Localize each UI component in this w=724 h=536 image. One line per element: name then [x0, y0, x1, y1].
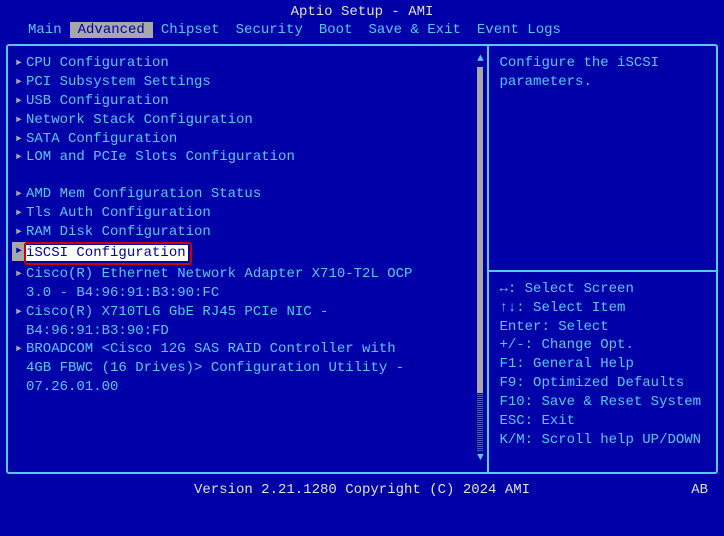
menu-tab-boot[interactable]: Boot [311, 22, 361, 38]
help-panel: Configure the iSCSI parameters. ↔: Selec… [489, 46, 716, 472]
submenu-arrow-icon: ▸ [12, 148, 26, 167]
advanced-items-panel: ▸CPU Configuration▸PCI Subsystem Setting… [8, 46, 489, 472]
menu-tab-event-logs[interactable]: Event Logs [469, 22, 569, 38]
key-hint: ↔: Select Screen [499, 280, 706, 299]
menu-entry-label: Tls Auth Configuration [26, 204, 211, 223]
key-hint: ESC: Exit [499, 412, 706, 431]
menu-entry-label: BROADCOM <Cisco 12G SAS RAID Controller … [26, 340, 396, 359]
submenu-arrow-icon: ▸ [12, 54, 26, 73]
item-continuation: B4:96:91:B3:90:FD [12, 322, 481, 341]
key-hint: F1: General Help [499, 355, 706, 374]
scroll-thumb[interactable] [477, 67, 483, 393]
submenu-arrow-icon: ▸ [12, 265, 26, 284]
key-hint: Enter: Select [499, 318, 706, 337]
menu-entry[interactable]: ▸CPU Configuration [12, 54, 481, 73]
version-text: Version 2.21.1280 Copyright (C) 2024 AMI [194, 482, 530, 498]
key-hint: +/-: Change Opt. [499, 336, 706, 355]
menu-entry-label: Cisco(R) X710TLG GbE RJ45 PCIe NIC - [26, 303, 328, 322]
menu-entry[interactable]: ▸Network Stack Configuration [12, 111, 481, 130]
scroll-track[interactable] [477, 67, 483, 451]
menu-entry[interactable]: ▸iSCSI Configuration [12, 242, 481, 265]
submenu-arrow-icon: ▸ [12, 340, 26, 359]
item-help-text: Configure the iSCSI parameters. [489, 46, 716, 272]
menu-entry-label: USB Configuration [26, 92, 169, 111]
submenu-arrow-icon: ▸ [12, 223, 26, 242]
submenu-arrow-icon: ▸ [12, 303, 26, 322]
menu-bar: MainAdvancedChipsetSecurityBootSave & Ex… [0, 22, 724, 44]
menu-entry-label: LOM and PCIe Slots Configuration [26, 148, 295, 167]
menu-entry[interactable]: ▸Tls Auth Configuration [12, 204, 481, 223]
submenu-arrow-icon: ▸ [12, 111, 26, 130]
window-title: Aptio Setup - AMI [0, 0, 724, 22]
menu-entry[interactable]: ▸Cisco(R) Ethernet Network Adapter X710-… [12, 265, 481, 284]
menu-entry-label: SATA Configuration [26, 130, 177, 149]
scrollbar[interactable]: ▲ ▼ [475, 54, 485, 464]
menu-entry[interactable]: ▸RAM Disk Configuration [12, 223, 481, 242]
menu-tab-advanced[interactable]: Advanced [70, 22, 153, 38]
menu-tab-save-exit[interactable]: Save & Exit [360, 22, 468, 38]
submenu-arrow-icon: ▸ [12, 204, 26, 223]
menu-entry-label: PCI Subsystem Settings [26, 73, 211, 92]
submenu-arrow-icon: ▸ [12, 185, 26, 204]
menu-entry[interactable]: ▸BROADCOM <Cisco 12G SAS RAID Controller… [12, 340, 481, 359]
menu-entry-label: AMD Mem Configuration Status [26, 185, 261, 204]
menu-entry[interactable]: ▸AMD Mem Configuration Status [12, 185, 481, 204]
menu-entry-label: CPU Configuration [26, 54, 169, 73]
key-hint: F9: Optimized Defaults [499, 374, 706, 393]
menu-entry[interactable]: ▸USB Configuration [12, 92, 481, 111]
key-hint: F10: Save & Reset System [499, 393, 706, 412]
scroll-up-icon[interactable]: ▲ [477, 54, 484, 65]
submenu-arrow-icon: ▸ [12, 130, 26, 149]
menu-entry-label: Network Stack Configuration [26, 111, 253, 130]
menu-entry[interactable]: ▸SATA Configuration [12, 130, 481, 149]
menu-entry-label: iSCSI Configuration [26, 245, 188, 261]
menu-entry[interactable]: ▸Cisco(R) X710TLG GbE RJ45 PCIe NIC - [12, 303, 481, 322]
menu-entry-label: Cisco(R) Ethernet Network Adapter X710-T… [26, 265, 412, 284]
selection-highlight: iSCSI Configuration [24, 242, 192, 265]
submenu-arrow-icon: ▸ [12, 92, 26, 111]
footer-right: AB [691, 482, 708, 498]
item-continuation: 3.0 - B4:96:91:B3:90:FC [12, 284, 481, 303]
key-legend: ↔: Select Screen↑↓: Select ItemEnter: Se… [489, 272, 716, 472]
menu-entry[interactable]: ▸PCI Subsystem Settings [12, 73, 481, 92]
menu-tab-main[interactable]: Main [20, 22, 70, 38]
menu-entry-label: RAM Disk Configuration [26, 223, 211, 242]
blank-row [12, 167, 481, 185]
main-area: ▸CPU Configuration▸PCI Subsystem Setting… [6, 44, 718, 474]
key-hint: K/M: Scroll help UP/DOWN [499, 431, 706, 450]
menu-tab-security[interactable]: Security [228, 22, 311, 38]
scroll-down-icon[interactable]: ▼ [477, 453, 484, 464]
item-continuation: 07.26.01.00 [12, 378, 481, 397]
submenu-arrow-icon: ▸ [12, 73, 26, 92]
item-continuation: 4GB FBWC (16 Drives)> Configuration Util… [12, 359, 481, 378]
menu-tab-chipset[interactable]: Chipset [153, 22, 228, 38]
footer: Version 2.21.1280 Copyright (C) 2024 AMI… [0, 474, 724, 498]
key-hint: ↑↓: Select Item [499, 299, 706, 318]
menu-entry[interactable]: ▸LOM and PCIe Slots Configuration [12, 148, 481, 167]
